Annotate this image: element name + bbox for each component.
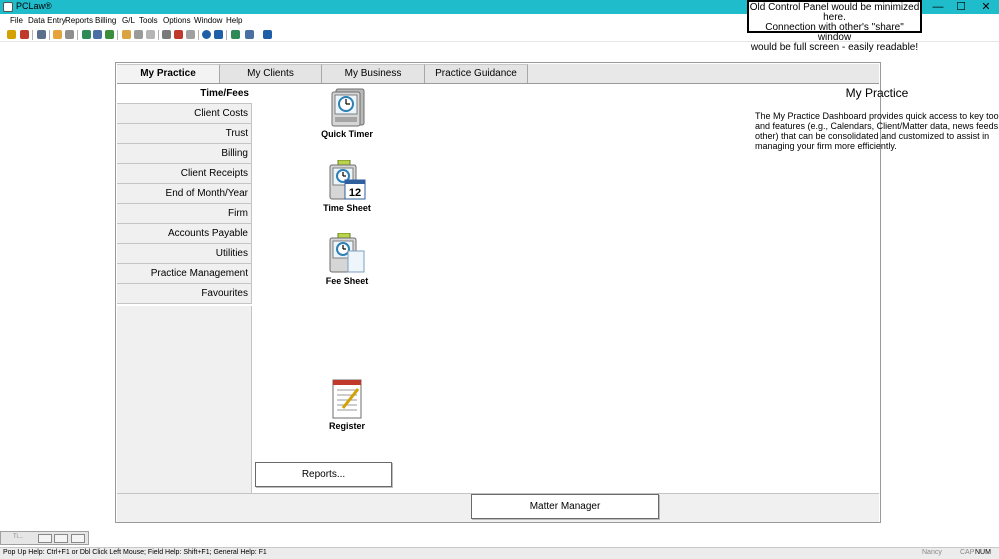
calendar-day-number: 12 (349, 187, 361, 199)
info-description: The My Practice Dashboard provides quick… (755, 111, 999, 151)
fee-sheet-label: Fee Sheet (325, 276, 369, 286)
tab-my-practice[interactable]: My Practice (117, 64, 220, 83)
copy-icon[interactable] (146, 30, 155, 39)
note-icon[interactable] (122, 30, 131, 39)
menu-billing[interactable]: Billing (95, 16, 116, 25)
sidenav-item-client-receipts[interactable]: Client Receipts (117, 164, 252, 184)
matter-manager-button[interactable]: Matter Manager (471, 494, 659, 519)
clients-icon[interactable] (37, 30, 46, 39)
time-sheet-label: Time Sheet (323, 203, 371, 213)
time-sheet-tile[interactable]: 12 Time Sheet (312, 160, 382, 213)
menu-window[interactable]: Window (194, 16, 222, 25)
restore-icon[interactable] (38, 534, 52, 543)
quick-timer-tile[interactable]: Quick Timer (312, 86, 382, 139)
sidenav-item-time-fees[interactable]: Time/Fees (117, 84, 252, 104)
menu-options[interactable]: Options (163, 16, 191, 25)
menu-data-entry[interactable]: Data Entry (28, 16, 66, 25)
find-icon[interactable] (186, 30, 195, 39)
cut-icon[interactable] (162, 30, 171, 39)
sidenav-item-favourites[interactable]: Favourites (117, 284, 252, 304)
app-icon (3, 2, 13, 12)
status-cap: CAP (960, 549, 975, 556)
minimized-window[interactable]: Ti... (0, 531, 89, 545)
toolbar-separator (32, 30, 33, 40)
status-user: Nancy (922, 549, 942, 556)
paste-icon[interactable] (174, 30, 183, 39)
toolbar-separator (117, 30, 118, 40)
register-tile[interactable]: Register (312, 378, 382, 431)
tab-my-business[interactable]: My Business (322, 64, 425, 83)
quick-timer-label: Quick Timer (321, 129, 373, 139)
register-icon (332, 379, 362, 419)
status-help-text: Pop Up Help: Ctrl+F1 or Dbl Click Left M… (3, 549, 267, 556)
time-sheet-icon: 12 (329, 160, 366, 200)
doc-icon[interactable] (134, 30, 143, 39)
callout-line-3: would be full screen - easily readable! (750, 42, 919, 53)
add-icon[interactable] (231, 30, 240, 39)
money-icon[interactable] (82, 30, 91, 39)
bottom-bar: Matter Manager (117, 493, 879, 522)
calendar-icon[interactable] (20, 30, 29, 39)
close-button[interactable]: ✕ (971, 0, 999, 14)
sidenav-item-client-costs[interactable]: Client Costs (117, 104, 252, 124)
status-bar: Pop Up Help: Ctrl+F1 or Dbl Click Left M… (0, 547, 999, 559)
status-num: NUM (975, 549, 991, 556)
menu-file[interactable]: File (10, 16, 23, 25)
sidenav-item-end-of-month-year[interactable]: End of Month/Year (117, 184, 252, 204)
blue-window-icon[interactable] (263, 30, 272, 39)
sidenav-item-utilities[interactable]: Utilities (117, 244, 252, 264)
print-icon[interactable] (65, 30, 74, 39)
callout-line-1: Old Control Panel would be minimized her… (749, 2, 920, 23)
sidenav-item-accounts-payable[interactable]: Accounts Payable (117, 224, 252, 244)
toolbar-separator (226, 30, 227, 40)
toolbar-separator (49, 30, 50, 40)
timer-icon[interactable] (7, 30, 16, 39)
toolbar-separator (198, 30, 199, 40)
toolbar-separator (158, 30, 159, 40)
tab-strip: My Practice My Clients My Business Pract… (117, 64, 879, 84)
callout-line-2: Connection with other's "share" window (765, 22, 904, 43)
menu-gl[interactable]: G/L (122, 16, 135, 25)
report-icon[interactable] (105, 30, 114, 39)
close-icon[interactable] (71, 534, 85, 543)
sidenav-item-trust[interactable]: Trust (117, 124, 252, 144)
maximize-icon[interactable] (54, 534, 68, 543)
menu-help[interactable]: Help (226, 16, 242, 25)
fee-sheet-tile[interactable]: Fee Sheet (312, 233, 382, 286)
reports-button[interactable]: Reports... (255, 462, 392, 487)
side-navigation: Time/Fees Client Costs Trust Billing Cli… (117, 84, 252, 305)
register-icon[interactable] (93, 30, 102, 39)
sidenav-item-firm[interactable]: Firm (117, 204, 252, 224)
window-title: PCLaw® (16, 1, 52, 11)
toolbar-separator (77, 30, 78, 40)
tab-practice-guidance[interactable]: Practice Guidance (425, 64, 528, 83)
annotation-callout: Old Control Panel would be minimized her… (747, 0, 922, 53)
billing-icon[interactable] (53, 30, 62, 39)
info-title: My Practice (845, 86, 909, 100)
register-label: Register (328, 421, 365, 431)
help-icon[interactable] (202, 30, 211, 39)
window-icon[interactable] (245, 30, 254, 39)
fee-sheet-icon (329, 233, 365, 273)
sidenav-background (117, 306, 252, 493)
menu-reports[interactable]: Reports (65, 16, 93, 25)
dashboard-panel: My Practice My Clients My Business Pract… (115, 62, 999, 523)
minimized-window-label: Ti... (13, 534, 23, 540)
tab-my-clients[interactable]: My Clients (220, 64, 322, 83)
sidenav-item-billing[interactable]: Billing (117, 144, 252, 164)
menu-tools[interactable]: Tools (139, 16, 158, 25)
sidenav-item-practice-management[interactable]: Practice Management (117, 264, 252, 284)
context-help-icon[interactable] (214, 30, 223, 39)
quick-timer-icon (331, 88, 365, 127)
dashboard-content: Quick Timer 12 Time Sheet Fee Sheet Regi… (253, 84, 999, 493)
